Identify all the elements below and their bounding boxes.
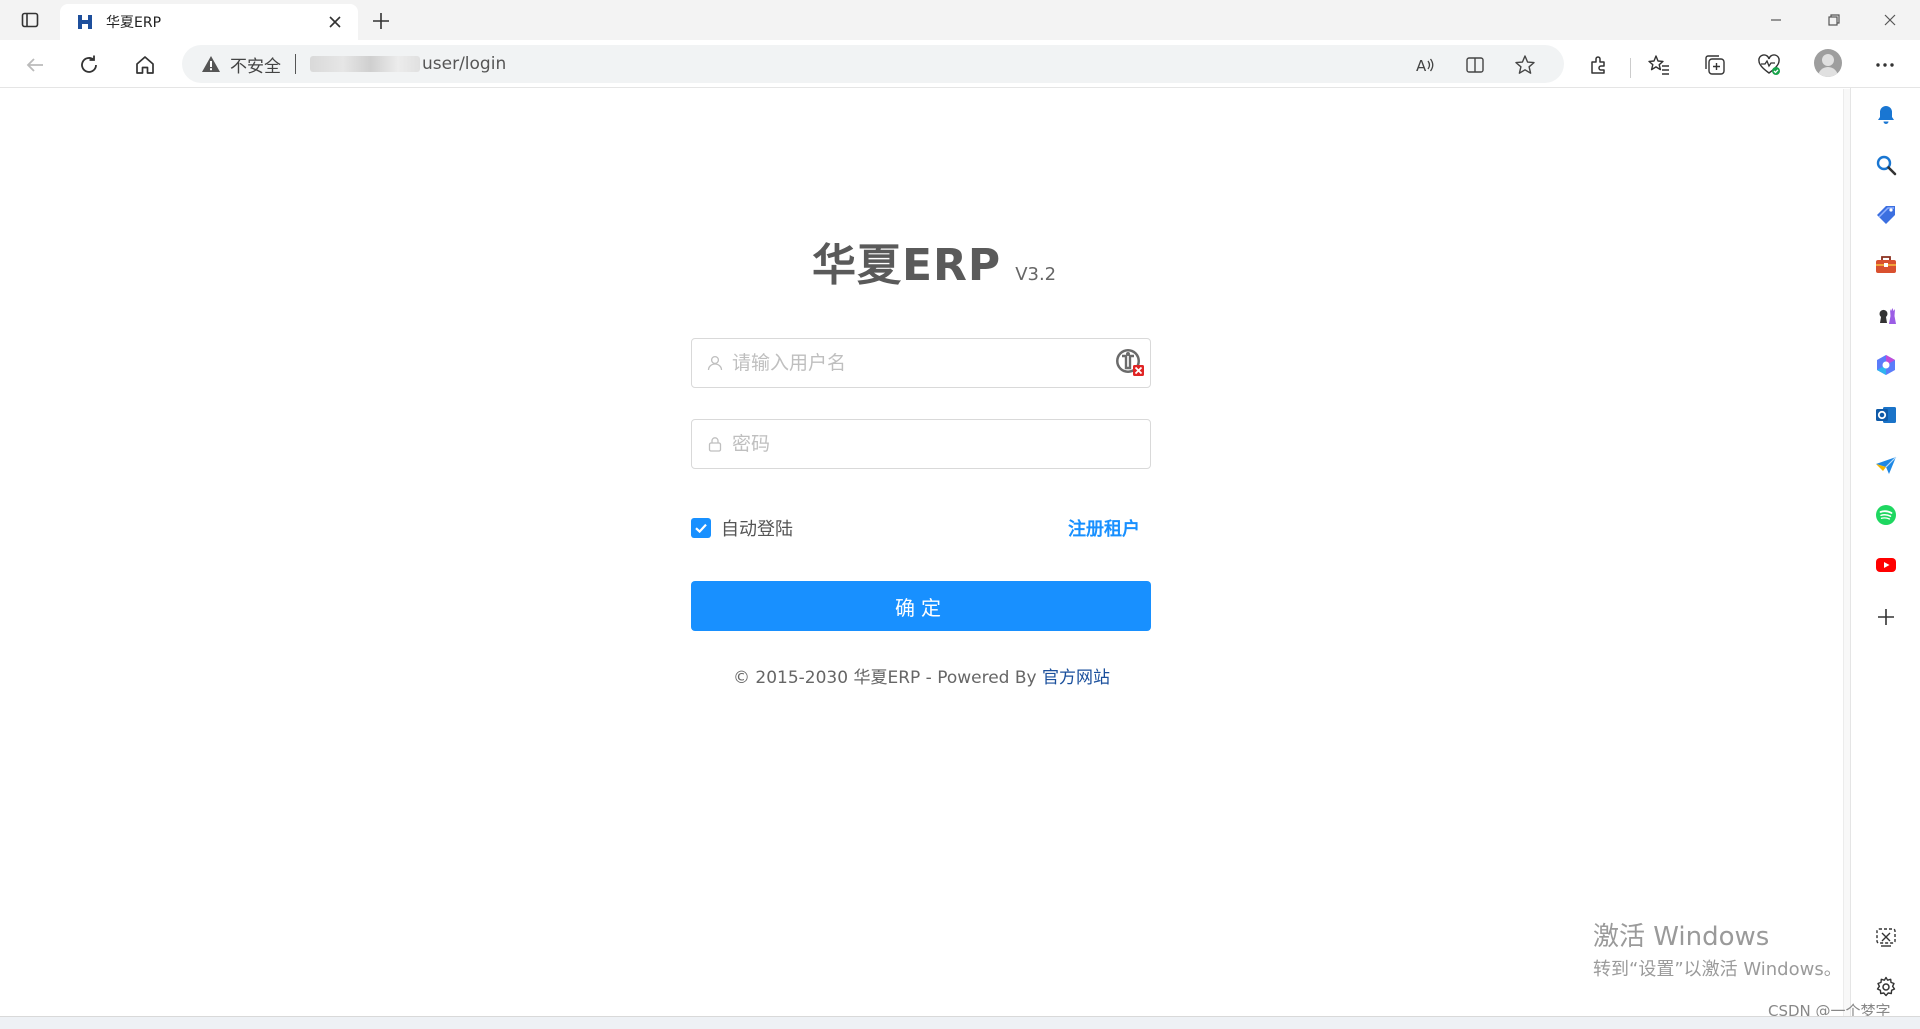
- tools-briefcase-icon[interactable]: [1873, 252, 1899, 278]
- tab-actions-icon: [21, 12, 39, 28]
- redacted-host: [310, 56, 420, 72]
- minimize-icon: [1771, 19, 1781, 21]
- copilot-icon[interactable]: [1873, 352, 1899, 378]
- password-manager-extension-icon[interactable]: [1114, 346, 1146, 378]
- refresh-icon: [81, 55, 97, 73]
- toolbar-divider: [1630, 58, 1631, 78]
- home-button[interactable]: [128, 48, 162, 82]
- spotify-icon[interactable]: [1873, 502, 1899, 528]
- close-window-button[interactable]: [1862, 0, 1918, 40]
- refresh-button[interactable]: [72, 48, 106, 82]
- erp-favicon-icon: [76, 13, 94, 31]
- windows-activation-watermark: 激活 Windows 转到“设置”以激活 Windows。: [1593, 916, 1842, 981]
- edge-sidebar: [1850, 88, 1920, 1016]
- username-field[interactable]: [691, 338, 1151, 388]
- games-icon[interactable]: [1873, 302, 1899, 328]
- home-icon: [136, 56, 154, 74]
- watermark-line1: 激活 Windows: [1593, 922, 1770, 952]
- version-label: V3.2: [1015, 264, 1057, 285]
- collections-icon[interactable]: [1702, 52, 1728, 78]
- minimize-button[interactable]: [1748, 0, 1804, 40]
- send-icon[interactable]: [1873, 452, 1899, 478]
- checkbox-checked-icon[interactable]: [691, 518, 711, 538]
- page-footer: © 2015-2030 华夏ERP - Powered By 官方网站: [0, 663, 1843, 688]
- password-field[interactable]: [691, 419, 1151, 469]
- security-label[interactable]: 不安全: [230, 52, 281, 77]
- youtube-icon[interactable]: [1873, 552, 1899, 578]
- address-separator: [295, 54, 296, 74]
- plus-icon: [373, 13, 389, 29]
- tab-actions-button[interactable]: [14, 8, 46, 32]
- address-bar[interactable]: 不安全 user/login A: [182, 45, 1564, 83]
- extensions-icon[interactable]: [1586, 52, 1612, 78]
- password-input[interactable]: [732, 420, 1150, 468]
- new-tab-button[interactable]: [366, 6, 396, 36]
- restore-button[interactable]: [1806, 0, 1862, 40]
- favorite-star-icon[interactable]: [1514, 54, 1536, 76]
- official-site-link[interactable]: 官方网站: [1042, 668, 1110, 688]
- shopping-tag-icon[interactable]: [1873, 202, 1899, 228]
- bottom-strip: [0, 1016, 1920, 1029]
- brand-name: 华夏ERP: [812, 240, 1002, 291]
- tab-close-icon[interactable]: [324, 11, 346, 33]
- svg-text:A: A: [1416, 57, 1427, 75]
- warning-icon[interactable]: [200, 53, 222, 75]
- settings-gear-icon[interactable]: [1873, 974, 1899, 1000]
- add-sidebar-app-icon[interactable]: [1873, 604, 1899, 630]
- back-arrow-icon: [26, 58, 43, 72]
- favorites-icon[interactable]: [1646, 52, 1672, 78]
- auto-login-label: 自动登陆: [721, 519, 793, 540]
- submit-button[interactable]: 确定: [691, 581, 1151, 631]
- browser-tab[interactable]: 华夏ERP: [60, 4, 358, 40]
- notifications-bell-icon[interactable]: [1873, 102, 1899, 128]
- watermark-line2: 转到“设置”以激活 Windows。: [1593, 959, 1842, 980]
- browser-toolbar: 不安全 user/login A: [0, 40, 1920, 88]
- close-icon: [1884, 14, 1896, 26]
- tab-title: 华夏ERP: [106, 15, 162, 31]
- user-icon: [706, 354, 724, 372]
- login-page: 华夏ERP V3.2 自动登陆 注册租户 确定 © 2015-2030 华夏ER…: [0, 89, 1843, 1016]
- profile-avatar[interactable]: [1814, 49, 1842, 77]
- url-path: user/login: [422, 54, 507, 74]
- screenshot-capture-icon[interactable]: [1873, 924, 1899, 950]
- browser-essentials-icon[interactable]: [1756, 52, 1782, 78]
- footer-copyright: © 2015-2030 华夏ERP - Powered By: [732, 668, 1043, 688]
- register-tenant-link[interactable]: 注册租户: [1068, 515, 1140, 541]
- back-button[interactable]: [18, 48, 52, 82]
- auto-login-checkbox[interactable]: 自动登陆: [691, 515, 793, 541]
- brand-header: 华夏ERP V3.2: [812, 229, 1056, 293]
- username-input[interactable]: [732, 339, 1150, 387]
- outlook-icon[interactable]: [1873, 402, 1899, 428]
- split-screen-icon[interactable]: [1464, 54, 1486, 76]
- restore-icon: [1828, 14, 1840, 26]
- search-icon[interactable]: [1873, 152, 1899, 178]
- more-menu-icon[interactable]: [1872, 52, 1898, 78]
- page-scrollbar[interactable]: [1843, 89, 1850, 1016]
- tab-strip: 华夏ERP: [0, 0, 1920, 40]
- read-aloud-icon[interactable]: A: [1414, 54, 1436, 76]
- lock-icon: [706, 435, 724, 453]
